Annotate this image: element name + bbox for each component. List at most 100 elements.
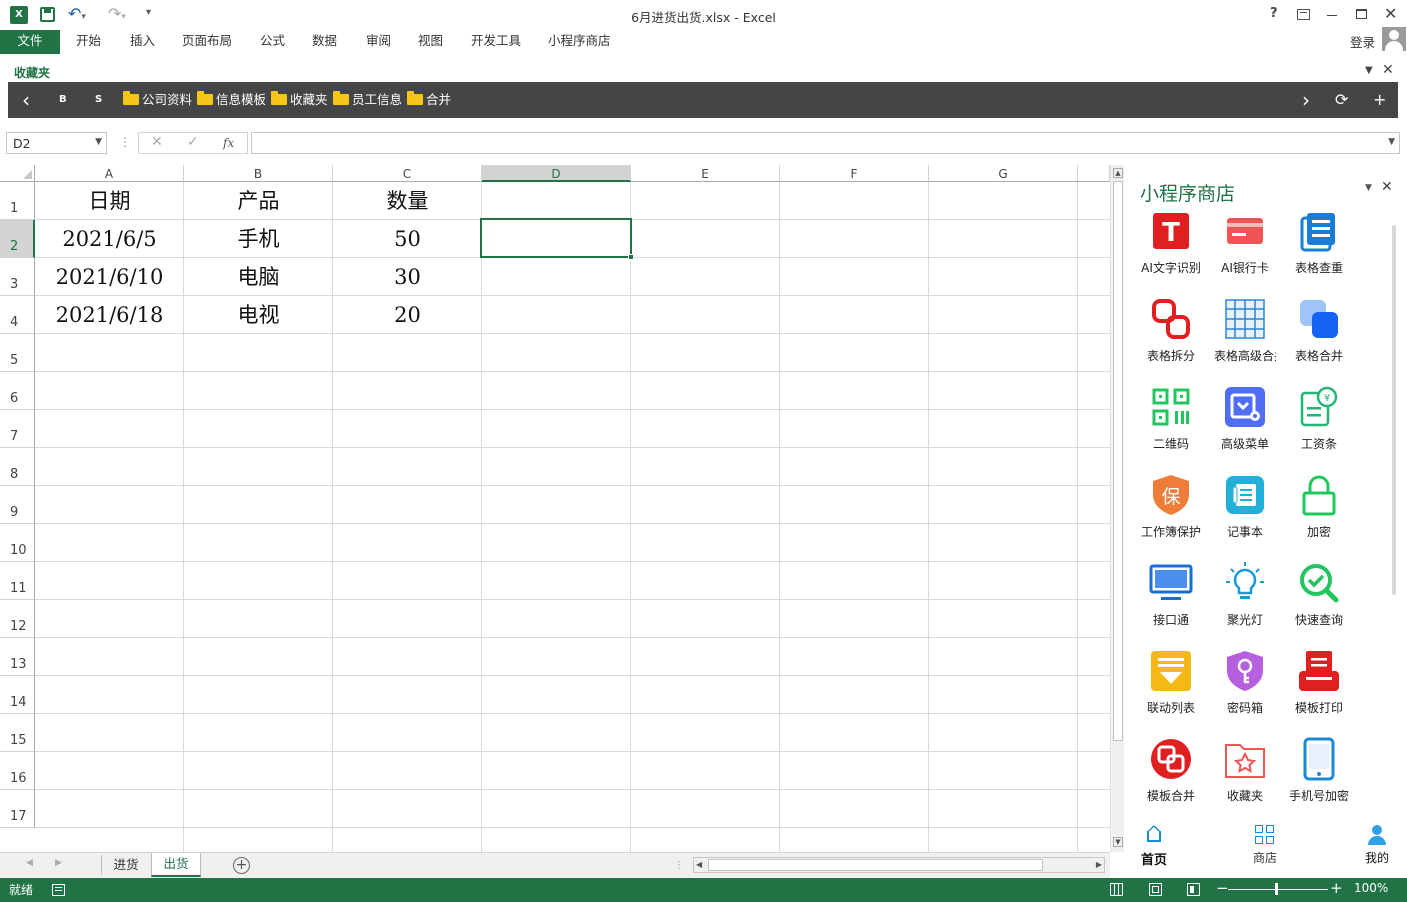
row-header-1[interactable]: 1	[0, 182, 35, 220]
panel-collapse-icon[interactable]: ▼	[1365, 183, 1372, 193]
page-layout-view-icon[interactable]	[1149, 883, 1162, 896]
app-tile[interactable]: 快速查询	[1282, 561, 1356, 628]
app-tile[interactable]: 保工作簿保护	[1134, 473, 1208, 540]
header-cell[interactable]: 产品	[184, 182, 333, 220]
row-header-16[interactable]: 16	[0, 752, 35, 790]
tab-mini-store[interactable]: 小程序商店	[540, 30, 619, 54]
data-cell[interactable]: 2021/6/5	[35, 220, 184, 258]
app-tile[interactable]: AI银行卡	[1208, 209, 1282, 276]
bookmark-folder-company[interactable]: 公司资料	[123, 82, 192, 118]
row-header-4[interactable]: 4	[0, 296, 35, 334]
tab-review[interactable]: 审阅	[358, 30, 399, 54]
sheet-tab-purchase[interactable]: 进货	[104, 855, 148, 877]
bookmark-folder-templates[interactable]: 信息模板	[197, 82, 266, 118]
column-header-a[interactable]: A	[35, 165, 184, 182]
panel-scrollbar[interactable]	[1392, 225, 1396, 595]
add-bookmark-button[interactable]: +	[1373, 82, 1386, 118]
row-header-10[interactable]: 10	[0, 524, 35, 562]
app-tile[interactable]: 表格查重	[1282, 209, 1356, 276]
row-header-6[interactable]: 6	[0, 372, 35, 410]
app-tile[interactable]: 记事本	[1208, 473, 1282, 540]
bookmark-folder-merge[interactable]: 合并	[407, 82, 451, 118]
app-tile[interactable]: 表格合并	[1282, 297, 1356, 364]
column-header-e[interactable]: E	[631, 165, 780, 182]
zoom-slider-thumb[interactable]	[1275, 883, 1278, 895]
app-tile[interactable]: 表格拆分	[1134, 297, 1208, 364]
app-tile[interactable]: 联动列表	[1134, 649, 1208, 716]
data-cell[interactable]: 30	[333, 258, 482, 296]
column-header-g[interactable]: G	[929, 165, 1078, 182]
row-header-11[interactable]: 11	[0, 562, 35, 600]
vertical-scrollbar[interactable]: ▲ ▼	[1110, 165, 1124, 852]
row-header-7[interactable]: 7	[0, 410, 35, 448]
app-tile[interactable]: 表格高级合并	[1208, 297, 1282, 364]
nav-store[interactable]: 商店	[1245, 825, 1285, 866]
panel-close-icon[interactable]: ✕	[1381, 179, 1393, 195]
formula-input[interactable]: ▼	[251, 132, 1400, 154]
horizontal-scrollbar[interactable]: ◀ ▶	[693, 857, 1105, 873]
enter-icon[interactable]: ✓	[187, 134, 199, 150]
minimize-button[interactable]	[1327, 15, 1337, 16]
bookmark-folder-staff[interactable]: 员工信息	[333, 82, 402, 118]
refresh-icon[interactable]: ⟳	[1335, 82, 1348, 118]
bookmark-next-button[interactable]: ›	[1302, 82, 1310, 118]
column-header-c[interactable]: C	[333, 165, 482, 182]
bookmark-b-button[interactable]: B	[59, 82, 67, 118]
zoom-out-button[interactable]: −	[1216, 879, 1229, 897]
tab-developer[interactable]: 开发工具	[463, 30, 529, 54]
row-header-14[interactable]: 14	[0, 676, 35, 714]
data-cell[interactable]: 电脑	[184, 258, 333, 296]
row-header-9[interactable]: 9	[0, 486, 35, 524]
app-tile[interactable]: 收藏夹	[1208, 737, 1282, 804]
ribbon-display-icon[interactable]	[1297, 9, 1310, 20]
name-box[interactable]: D2 ▼	[6, 132, 107, 154]
scroll-thumb[interactable]	[1113, 181, 1123, 741]
redo-icon[interactable]: ↷▾	[108, 4, 126, 23]
tab-formulas[interactable]: 公式	[252, 30, 293, 54]
undo-icon[interactable]: ↶▾	[68, 4, 86, 23]
tab-split-handle[interactable]: ⋮	[674, 860, 684, 871]
header-cell[interactable]: 日期	[35, 182, 184, 220]
avatar[interactable]	[1382, 27, 1406, 51]
row-header-5[interactable]: 5	[0, 334, 35, 372]
page-break-view-icon[interactable]	[1187, 883, 1200, 896]
formula-options-icon[interactable]: ⋮	[119, 135, 131, 149]
app-tile[interactable]: 接口通	[1134, 561, 1208, 628]
app-tile[interactable]: 密码箱	[1208, 649, 1282, 716]
tab-data[interactable]: 数据	[304, 30, 345, 54]
tab-view[interactable]: 视图	[410, 30, 451, 54]
app-tile[interactable]: 手机号加密	[1282, 737, 1356, 804]
app-tile[interactable]: ¥ 工资条	[1282, 385, 1356, 452]
row-header-8[interactable]: 8	[0, 448, 35, 486]
row-header-13[interactable]: 13	[0, 638, 35, 676]
tab-file[interactable]: 文件	[0, 30, 60, 54]
hscroll-thumb[interactable]	[708, 859, 1043, 871]
column-header-b[interactable]: B	[184, 165, 333, 182]
save-icon[interactable]	[40, 7, 55, 22]
column-header-h[interactable]	[1078, 165, 1110, 182]
data-cell[interactable]: 2021/6/18	[35, 296, 184, 334]
sheet-scroll-left-icon[interactable]: ◀	[26, 858, 33, 868]
normal-view-icon[interactable]	[1110, 883, 1123, 896]
data-cell[interactable]: 手机	[184, 220, 333, 258]
app-tile[interactable]: T AI文字识别	[1134, 209, 1208, 276]
selected-cell[interactable]	[480, 218, 634, 260]
customize-qat-icon[interactable]: ▾	[146, 7, 151, 18]
row-header-12[interactable]: 12	[0, 600, 35, 638]
hscroll-right-icon[interactable]: ▶	[1096, 860, 1102, 869]
close-window-button[interactable]: ✕	[1384, 4, 1397, 23]
nav-home[interactable]: 首页	[1134, 824, 1174, 868]
tab-insert[interactable]: 插入	[122, 30, 163, 54]
column-header-d[interactable]: D	[482, 165, 631, 182]
favorites-collapse-icon[interactable]: ▼	[1365, 65, 1373, 76]
macro-record-icon[interactable]	[52, 884, 65, 896]
app-tile[interactable]: 模板打印	[1282, 649, 1356, 716]
header-cell[interactable]: 数量	[333, 182, 482, 220]
column-header-f[interactable]: F	[780, 165, 929, 182]
data-cell[interactable]: 50	[333, 220, 482, 258]
data-cell[interactable]: 2021/6/10	[35, 258, 184, 296]
expand-formula-icon[interactable]: ▼	[1388, 137, 1395, 147]
add-sheet-button[interactable]: +	[233, 857, 250, 874]
app-tile[interactable]: 高级菜单	[1208, 385, 1282, 452]
fill-handle[interactable]	[628, 254, 634, 260]
